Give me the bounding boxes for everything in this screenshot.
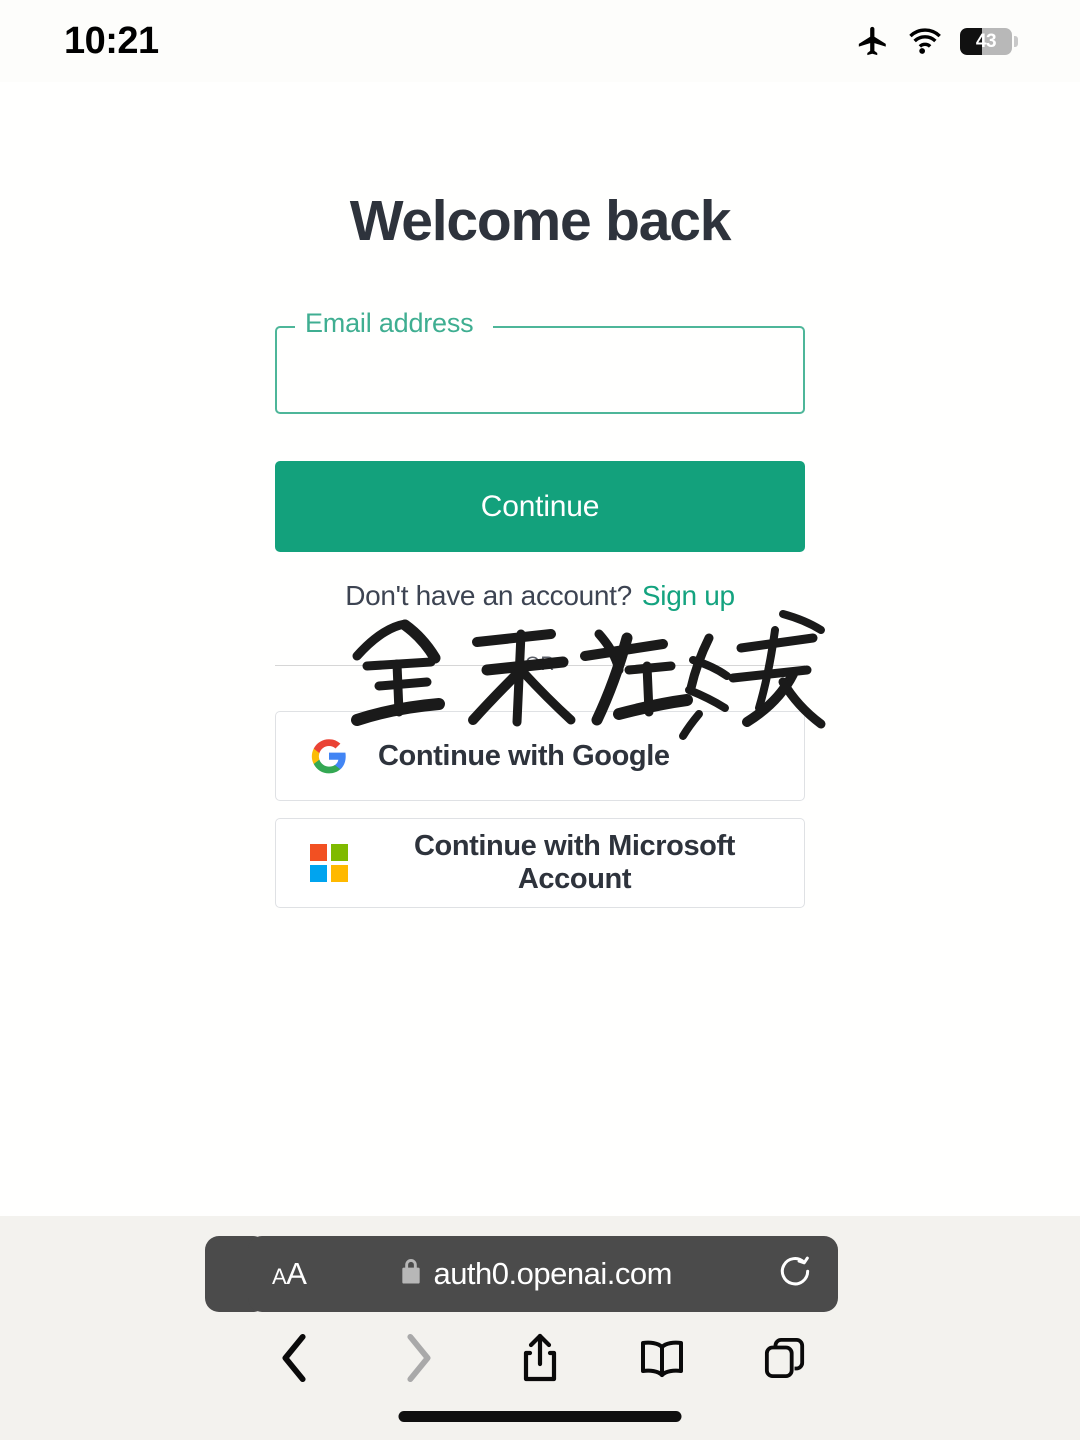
- safari-toolbar: [0, 1316, 1080, 1400]
- airplane-mode-icon: [856, 24, 890, 58]
- safari-browser-chrome: AA auth0.openai.com: [0, 1216, 1080, 1440]
- url-bar[interactable]: AA auth0.openai.com: [248, 1236, 838, 1312]
- status-bar: 10:21 43: [0, 0, 1080, 82]
- microsoft-button-label: Continue with Microsoft Account: [413, 830, 736, 895]
- back-button[interactable]: [264, 1327, 326, 1389]
- share-button[interactable]: [509, 1327, 571, 1389]
- sign-up-link[interactable]: Sign up: [642, 580, 735, 611]
- phone-screen: 10:21 43 Welcome back Email address Cont…: [0, 0, 1080, 1440]
- bookmarks-button[interactable]: [631, 1327, 693, 1389]
- google-logo: [309, 736, 349, 776]
- url-display: auth0.openai.com: [296, 1256, 776, 1292]
- battery-cap: [1014, 35, 1018, 47]
- battery-body: 43: [960, 27, 1012, 55]
- status-bar-time: 10:21: [64, 19, 159, 62]
- signup-prompt-text: Don't have an account?: [345, 580, 632, 611]
- battery-indicator: 43: [960, 27, 1018, 55]
- battery-percent-label: 43: [975, 30, 997, 52]
- or-divider: OR: [275, 610, 826, 740]
- microsoft-logo: [309, 843, 349, 883]
- reload-icon[interactable]: [776, 1253, 814, 1296]
- continue-with-microsoft-button[interactable]: Continue with Microsoft Account: [275, 818, 805, 908]
- home-indicator: [398, 1411, 682, 1422]
- wifi-icon: [907, 27, 943, 55]
- divider-label: OR: [525, 654, 555, 675]
- email-input[interactable]: [275, 326, 805, 414]
- google-button-label: Continue with Google: [378, 739, 670, 772]
- signup-prompt-row: Don't have an account? Sign up: [275, 579, 805, 613]
- status-bar-indicators: 43: [856, 24, 1018, 58]
- page-title: Welcome back: [349, 189, 732, 253]
- url-text: auth0.openai.com: [433, 1256, 672, 1291]
- login-card: Welcome back Email address Continue Don'…: [275, 188, 826, 908]
- continue-with-google-button[interactable]: Continue with Google: [275, 711, 805, 801]
- safari-url-row: AA auth0.openai.com: [0, 1216, 1080, 1316]
- forward-button[interactable]: [387, 1327, 449, 1389]
- continue-button[interactable]: Continue: [275, 461, 805, 552]
- lock-icon: [400, 1258, 422, 1290]
- tabs-button[interactable]: [754, 1327, 816, 1389]
- email-field-wrapper[interactable]: Email address: [275, 308, 805, 414]
